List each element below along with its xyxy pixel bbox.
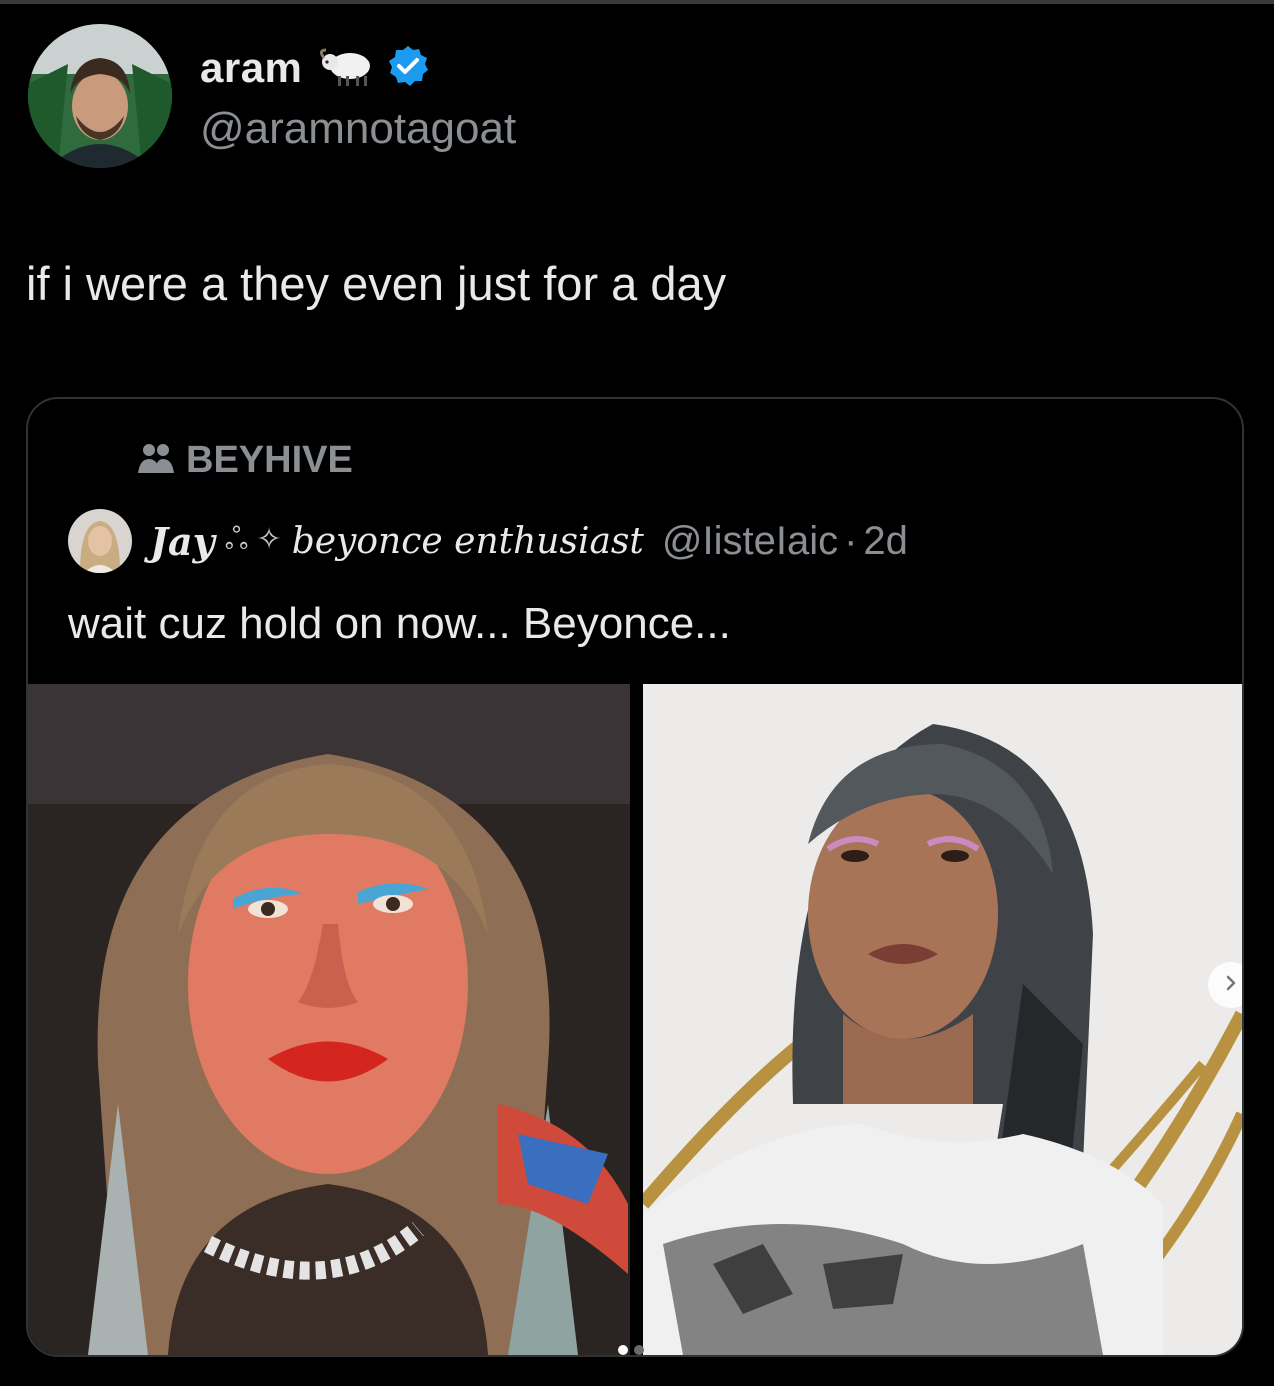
quoted-author-handle[interactable]: @IisteIaic (662, 519, 838, 564)
author-name-row: aram (200, 42, 516, 94)
carousel-dot-active[interactable] (618, 1345, 628, 1355)
sheep-icon (316, 44, 376, 93)
author-handle[interactable]: @aramnotagoat (200, 104, 516, 154)
quoted-author-tagline: beyonce enthusiast (291, 520, 644, 562)
author-avatar[interactable] (28, 24, 172, 168)
tweet-text: if i were a they even just for a day (26, 257, 727, 310)
author-names: aram @aramnotagoat (200, 42, 516, 154)
author-display-name[interactable]: aram (200, 44, 302, 92)
community-label: BEYHIVE (186, 439, 353, 481)
media-carousel[interactable] (28, 684, 1242, 1355)
carousel-dot[interactable] (634, 1345, 644, 1355)
tweet-author: aram @aramnotagoat (28, 24, 516, 168)
media-image-1[interactable] (28, 684, 630, 1355)
verified-badge-icon[interactable] (386, 44, 430, 93)
carousel-pagination (618, 1345, 644, 1355)
separator-dot: · (844, 518, 858, 563)
quoted-author-name[interactable]: Jay (150, 519, 215, 564)
community-icon (136, 441, 176, 480)
quoted-tweet-text: wait cuz hold on now... Beyonce... (68, 599, 731, 648)
quoted-timestamp[interactable]: 2d (863, 519, 908, 564)
chevron-right-icon (1221, 973, 1241, 998)
community-label-row[interactable]: BEYHIVE (136, 439, 353, 482)
quoted-author-symbols: ஃ ✧ (224, 522, 282, 556)
quoted-author-row: Jay ஃ ✧ beyonce enthusiast @IisteIaic · … (68, 509, 908, 573)
media-image-2[interactable] (643, 684, 1242, 1355)
quoted-author-avatar[interactable] (68, 509, 132, 573)
top-divider (0, 0, 1274, 4)
quoted-tweet-card[interactable]: BEYHIVE Jay ஃ ✧ beyonce enthusiast @Iist… (26, 397, 1244, 1357)
